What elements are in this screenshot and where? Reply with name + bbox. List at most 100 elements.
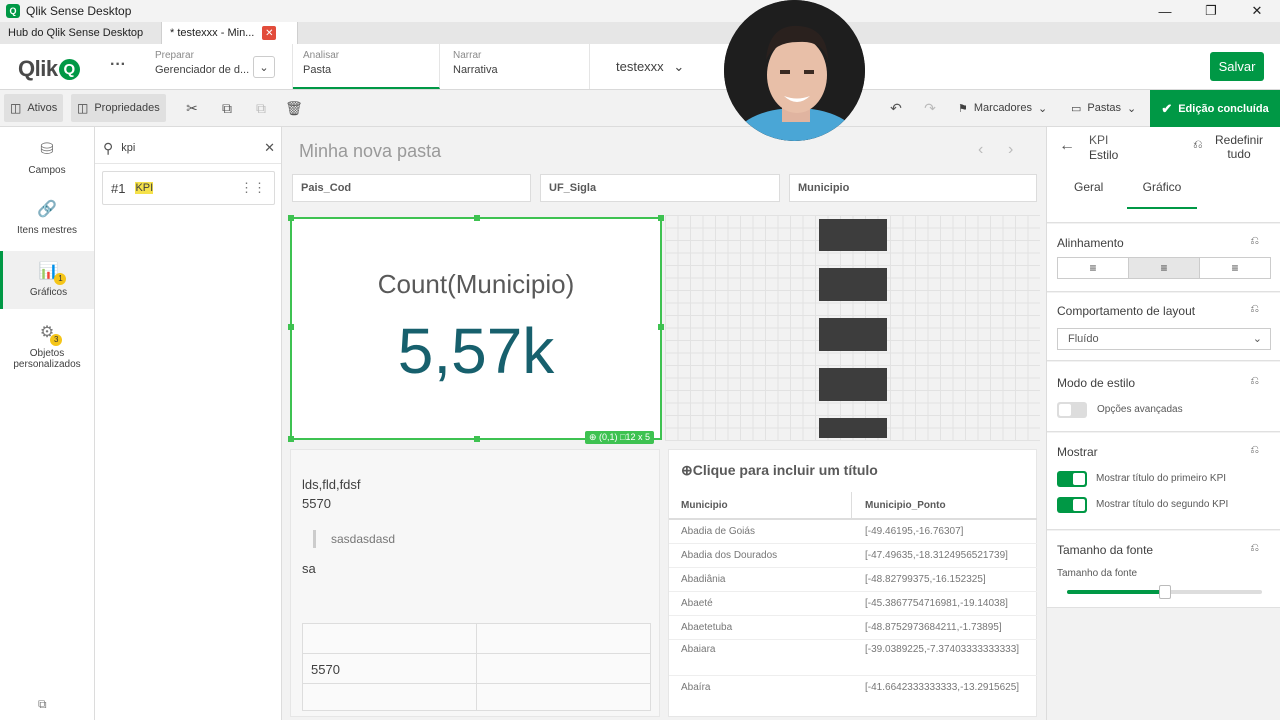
position-size-badge: ⊕ (0,1) □12 x 5 <box>584 431 654 444</box>
maximize-icon[interactable]: ❐ <box>1188 0 1234 22</box>
tab-close-icon[interactable]: ✕ <box>262 26 277 40</box>
resize-handle[interactable] <box>474 215 480 221</box>
resize-handle[interactable] <box>474 436 480 442</box>
more-menu-icon[interactable]: ··· <box>110 56 126 74</box>
quote-text: sasdasdasd <box>331 532 396 546</box>
reset-icon[interactable]: ⎌ <box>1250 375 1259 388</box>
show-first-kpi-title-toggle[interactable] <box>1057 471 1087 487</box>
layout-behavior-select[interactable]: Fluído ⌄ <box>1057 328 1271 350</box>
cut-icon[interactable]: ✂ <box>180 96 204 120</box>
props-style-mode: Modo de estilo ⎌ Opções avançadas <box>1047 362 1280 432</box>
paste-icon[interactable]: ⧉ <box>249 96 273 120</box>
show-second-kpi-title-toggle[interactable] <box>1057 497 1087 513</box>
filter-municipio[interactable]: Municipio <box>789 174 1037 202</box>
table-row[interactable]: Abaiara [-39.0389225,-7.37403333333333] <box>669 640 1037 676</box>
qlik-logo[interactable]: Qlik Q <box>18 56 80 82</box>
leftnav-charts[interactable]: 📊 1 Gráficos <box>0 251 94 309</box>
panel-icon: ◫ <box>10 101 22 115</box>
filter-uf-sigla[interactable]: UF_Sigla <box>540 174 780 202</box>
resize-handle[interactable] <box>288 324 294 330</box>
drag-handle-icon[interactable]: ⋮⋮ <box>240 180 266 196</box>
assets-toggle[interactable]: ◫ Ativos <box>4 94 64 122</box>
font-size-slider[interactable] <box>1067 585 1262 599</box>
alignment-group: ≡ ≡ ≡ <box>1057 257 1271 279</box>
props-show: Mostrar ⎌ Mostrar título do primeiro KPI… <box>1047 433 1280 530</box>
prev-sheet-icon[interactable]: ‹ <box>978 141 983 159</box>
column-header[interactable]: Municipio <box>681 500 728 511</box>
reset-all-button[interactable]: Redefinir tudo <box>1211 133 1267 161</box>
back-arrow-icon[interactable]: ← <box>1059 137 1075 155</box>
bookmark-icon: ⚑ <box>958 102 968 115</box>
delete-icon[interactable]: 🗑 <box>282 96 306 120</box>
leftnav-master-items[interactable]: 🔗 Itens mestres <box>0 199 94 236</box>
table-row[interactable]: Abaíra [-41.6642333333333,-13.2915625] <box>669 676 1037 706</box>
font-size-sublabel: Tamanho da fonte <box>1057 568 1138 579</box>
slider-handle[interactable] <box>1158 585 1171 599</box>
column-header[interactable]: Municipio_Ponto <box>865 500 946 511</box>
sheets-button[interactable]: ▭ Pastas ⌄ <box>1065 94 1142 122</box>
nav-prepare[interactable]: Preparar Gerenciador de d... ⌄ <box>145 44 293 89</box>
reset-icon[interactable]: ⎌ <box>1250 444 1259 457</box>
kpi-chart[interactable]: Count(Municipio) 5,57k ⊕ (0,1) □12 x 5 <box>288 215 664 444</box>
minimize-icon[interactable]: — <box>1142 0 1188 22</box>
properties-toggle[interactable]: ◫ Propriedades <box>71 94 166 122</box>
text-image-object[interactable]: lds,fld,fdsf 5570 sasdasdasd sa 5570 <box>290 449 660 717</box>
next-sheet-icon[interactable]: › <box>1008 141 1013 159</box>
text-line: 5570 <box>302 496 331 511</box>
advanced-options-toggle[interactable] <box>1057 402 1087 418</box>
close-window-icon[interactable]: ✕ <box>1234 0 1280 22</box>
table-title[interactable]: ⊕Clique para incluir um título <box>681 462 878 479</box>
chevron-down-icon[interactable]: ⌄ <box>253 56 275 78</box>
asset-search[interactable]: ⚲ kpi ✕ <box>103 135 275 161</box>
undo-icon[interactable]: ↶ <box>884 96 908 120</box>
tab-app[interactable]: * testexxx - Min... ✕ <box>162 22 298 44</box>
table-row[interactable]: Abadia de Goiás [-49.46195,-16.76307] <box>669 520 1037 544</box>
advanced-options-label: Opções avançadas <box>1097 404 1183 415</box>
slider-fill <box>1067 590 1165 594</box>
table-row[interactable]: Abaetetuba [-48.8752973684211,-1.73895] <box>669 616 1037 640</box>
left-nav: ⛁ Campos 🔗 Itens mestres 📊 1 Gráficos ⚙ 3 … <box>0 127 95 720</box>
done-editing-button[interactable]: ✔ Edição concluída <box>1150 90 1280 127</box>
tab-hub[interactable]: Hub do Qlik Sense Desktop <box>0 22 162 44</box>
resize-handle[interactable] <box>288 436 294 442</box>
resize-handle[interactable] <box>658 215 664 221</box>
reset-icon[interactable]: ⎌ <box>1250 235 1259 248</box>
save-button[interactable]: Salvar <box>1210 52 1264 81</box>
align-center-icon[interactable]: ≡ <box>1129 258 1200 278</box>
app-name-dropdown[interactable]: testexxx ⌄ <box>616 59 684 75</box>
leftnav-fields[interactable]: ⛁ Campos <box>0 139 94 176</box>
toggle-knob <box>1073 499 1085 511</box>
reset-icon[interactable]: ⎌ <box>1193 137 1203 152</box>
redo-icon[interactable]: ↷ <box>918 96 942 120</box>
sheet-title[interactable]: Minha nova pasta <box>299 141 441 162</box>
align-right-icon[interactable]: ≡ <box>1200 258 1270 278</box>
copy-icon[interactable]: ⧉ <box>215 96 239 120</box>
clear-search-icon[interactable]: ✕ <box>264 140 275 156</box>
table-cell: Abadia dos Dourados <box>681 550 778 561</box>
search-input[interactable]: kpi <box>121 142 135 154</box>
nav-narrate-value: Narrativa <box>453 64 498 76</box>
resize-handle[interactable] <box>288 215 294 221</box>
table-cell: Abaeté <box>681 598 713 609</box>
align-left-icon[interactable]: ≡ <box>1058 258 1129 278</box>
tab-chart[interactable]: Gráfico <box>1127 172 1197 209</box>
nav-narrate[interactable]: Narrar Narrativa <box>443 44 590 89</box>
table-row[interactable]: Abadiânia [-48.82799375,-16.152325] <box>669 568 1037 592</box>
reset-icon[interactable]: ⎌ <box>1250 542 1259 555</box>
tab-general[interactable]: Geral <box>1074 180 1103 194</box>
table-row[interactable]: Abaeté [-45.3867754716981,-19.14038] <box>669 592 1037 616</box>
variables-icon[interactable]: ⧉ <box>38 697 47 712</box>
show-label: Mostrar <box>1057 445 1098 459</box>
assets-panel: ⚲ kpi ✕ #1 KPI ⋮⋮ <box>95 127 282 720</box>
table-row[interactable]: Abadia dos Dourados [-47.49635,-18.312495… <box>669 544 1037 568</box>
resize-handle[interactable] <box>658 324 664 330</box>
table-object[interactable]: ⊕Clique para incluir um título Municipio… <box>668 449 1037 717</box>
filter-pais-cod[interactable]: Pais_Cod <box>292 174 531 202</box>
nav-analyze[interactable]: Analisar Pasta <box>293 44 440 89</box>
bookmarks-button[interactable]: ⚑ Marcadores ⌄ <box>952 94 1053 122</box>
panel-icon: ◫ <box>77 101 89 115</box>
filter-bar-placeholder <box>819 219 887 251</box>
leftnav-custom-objects[interactable]: ⚙ 3 Objetos personalizados <box>0 322 94 370</box>
kpi-chart-item[interactable]: #1 KPI ⋮⋮ <box>102 171 275 205</box>
reset-icon[interactable]: ⎌ <box>1250 303 1259 316</box>
